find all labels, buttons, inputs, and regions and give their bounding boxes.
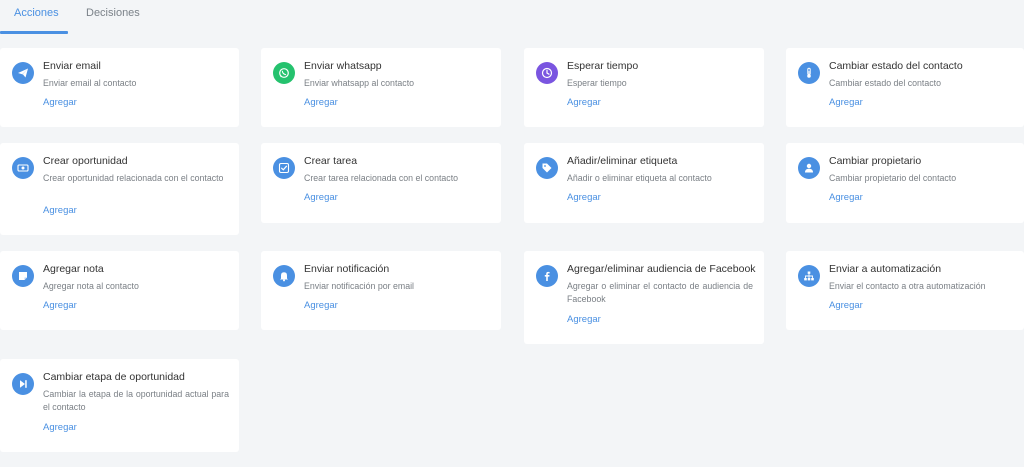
action-card-enviar-email: Enviar email Enviar email al contacto Ag…	[0, 48, 239, 127]
card-title: Enviar notificación	[304, 263, 390, 275]
card-title: Agregar nota	[43, 263, 104, 275]
card-title: Enviar a automatización	[829, 263, 942, 275]
card-title: Esperar tiempo	[567, 60, 639, 72]
card-title: Agregar/eliminar audiencia de Facebook	[567, 263, 756, 275]
card-title: Añadir/eliminar etiqueta	[567, 155, 678, 167]
action-card-esperar-tiempo: Esperar tiempo Esperar tiempo Agregar	[524, 48, 764, 127]
thermometer-icon	[798, 62, 820, 84]
add-button[interactable]: Agregar	[43, 422, 77, 433]
checkbox-icon	[273, 157, 295, 179]
tab-acciones[interactable]: Acciones	[14, 7, 59, 19]
card-description: Añadir o eliminar etiqueta al contacto	[567, 173, 712, 183]
action-card-cambiar-etapa: Cambiar etapa de oportunidad Cambiar la …	[0, 359, 239, 452]
card-description: Enviar email al contacto	[43, 78, 137, 88]
action-card-enviar-whatsapp: Enviar whatsapp Enviar whatsapp al conta…	[261, 48, 501, 127]
money-icon	[12, 157, 34, 179]
tag-icon	[536, 157, 558, 179]
active-tab-indicator	[0, 31, 68, 34]
action-card-agregar-nota: Agregar nota Agregar nota al contacto Ag…	[0, 251, 239, 330]
card-title: Cambiar estado del contacto	[829, 60, 963, 72]
action-card-enviar-notificacion: Enviar notificación Enviar notificación …	[261, 251, 501, 330]
add-button[interactable]: Agregar	[304, 192, 338, 203]
action-card-crear-oportunidad: Crear oportunidad Crear oportunidad rela…	[0, 143, 239, 235]
card-description: Esperar tiempo	[567, 78, 627, 88]
bell-icon	[273, 265, 295, 287]
clock-icon	[536, 62, 558, 84]
card-description: Enviar notificación por email	[304, 281, 415, 291]
add-button[interactable]: Agregar	[829, 97, 863, 108]
add-button[interactable]: Agregar	[567, 314, 601, 325]
add-button[interactable]: Agregar	[43, 300, 77, 311]
card-title: Crear tarea	[304, 155, 358, 167]
whatsapp-icon	[273, 62, 295, 84]
add-button[interactable]: Agregar	[304, 300, 338, 311]
user-icon	[798, 157, 820, 179]
add-button[interactable]: Agregar	[43, 205, 77, 216]
card-title: Enviar email	[43, 60, 101, 72]
action-card-enviar-automatizacion: Enviar a automatización Enviar el contac…	[786, 251, 1024, 330]
card-title: Enviar whatsapp	[304, 60, 382, 72]
add-button[interactable]: Agregar	[43, 97, 77, 108]
tab-bar: Acciones Decisiones	[0, 0, 1024, 34]
card-description: Cambiar propietario del contacto	[829, 173, 957, 183]
card-description: Agregar o eliminar el contacto de audien…	[567, 281, 753, 304]
card-description: Crear oportunidad relacionada con el con…	[43, 173, 224, 183]
add-button[interactable]: Agregar	[304, 97, 338, 108]
card-description: Enviar whatsapp al contacto	[304, 78, 415, 88]
add-button[interactable]: Agregar	[829, 300, 863, 311]
action-card-crear-tarea: Crear tarea Crear tarea relacionada con …	[261, 143, 501, 223]
add-button[interactable]: Agregar	[567, 97, 601, 108]
card-description: Crear tarea relacionada con el contacto	[304, 173, 459, 183]
card-title: Cambiar etapa de oportunidad	[43, 371, 185, 383]
action-card-audiencia-facebook: Agregar/eliminar audiencia de Facebook A…	[524, 251, 764, 344]
action-card-cambiar-propietario: Cambiar propietario Cambiar propietario …	[786, 143, 1024, 223]
sitemap-icon	[798, 265, 820, 287]
card-description: Agregar nota al contacto	[43, 281, 139, 291]
tab-decisiones[interactable]: Decisiones	[86, 7, 140, 19]
note-icon	[12, 265, 34, 287]
card-title: Crear oportunidad	[43, 155, 128, 167]
action-card-etiqueta: Añadir/eliminar etiqueta Añadir o elimin…	[524, 143, 764, 223]
skip-forward-icon	[12, 373, 34, 395]
add-button[interactable]: Agregar	[567, 192, 601, 203]
card-description: Enviar el contacto a otra automatización	[829, 281, 986, 291]
card-description: Cambiar estado del contacto	[829, 78, 941, 88]
paper-plane-icon	[12, 62, 34, 84]
add-button[interactable]: Agregar	[829, 192, 863, 203]
card-title: Cambiar propietario	[829, 155, 922, 167]
facebook-icon	[536, 265, 558, 287]
action-card-cambiar-estado: Cambiar estado del contacto Cambiar esta…	[786, 48, 1024, 127]
card-description: Cambiar la etapa de la oportunidad actua…	[43, 389, 229, 412]
